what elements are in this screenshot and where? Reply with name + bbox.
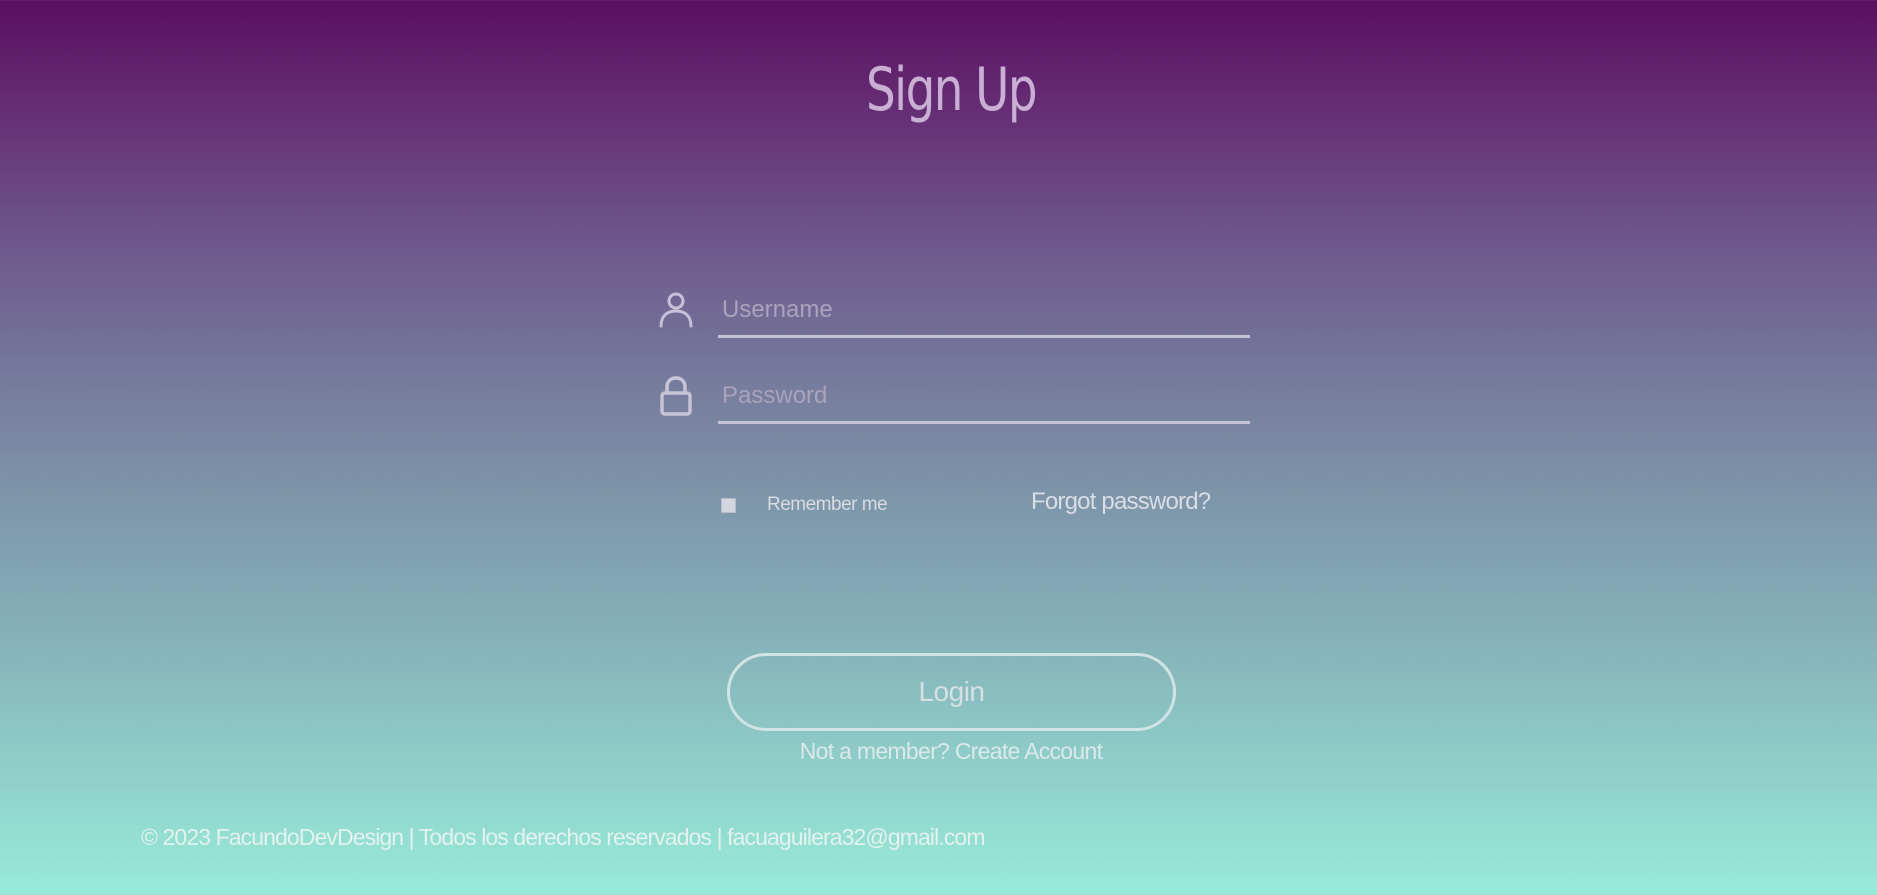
forgot-password-link[interactable]: Forgot password?	[1031, 488, 1211, 516]
remember-checkbox[interactable]	[721, 497, 736, 513]
password-input[interactable]	[718, 370, 1250, 424]
remember-me[interactable]: Remember me	[721, 492, 888, 518]
lock-icon	[656, 374, 696, 416]
login-button[interactable]: Login	[727, 653, 1176, 731]
page-title: Sign Up	[865, 55, 1038, 125]
password-row	[656, 370, 1250, 426]
create-account-link[interactable]: Not a member? Create Account	[0, 738, 1877, 765]
footer-text: © 2023 FacundoDevDesign | Todos los dere…	[141, 824, 985, 850]
username-row	[656, 284, 1250, 340]
remember-label: Remember me	[767, 494, 888, 515]
username-input[interactable]	[718, 284, 1250, 338]
user-icon	[656, 288, 696, 328]
